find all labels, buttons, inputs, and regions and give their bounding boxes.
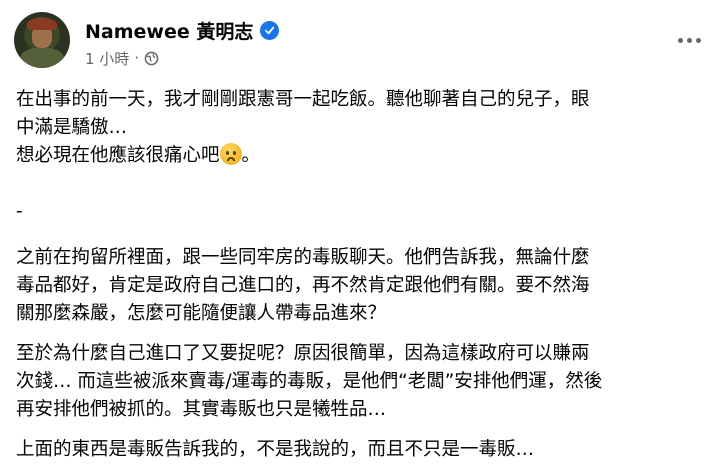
- frowning-face-emoji: [219, 143, 242, 165]
- post-line: 關那麼森嚴，怎麼可能隨便讓人帶毒品進來？: [16, 303, 387, 324]
- post-line: 毒品都好，肯定是政府自己進口的，再不然肯定跟他們有關。要不然海: [16, 275, 590, 296]
- post-line: 在出事的前一天，我才剛剛跟憲哥一起吃飯。聽他聊著自己的兒子，眼: [16, 89, 590, 110]
- post-line-text: 想必現在他應該很痛心吧: [16, 145, 220, 166]
- author-row: Namewee 黃明志: [85, 17, 280, 44]
- post-header: Namewee 黃明志 1 小時 ·: [14, 12, 707, 72]
- post-line: 之前在拘留所裡面，跟一些同牢房的毒販聊天。他們告訴我，無論什麼: [16, 247, 590, 268]
- post-line: -: [16, 201, 23, 222]
- post-line: 再安排他們被抓的。其實毒販也只是犧牲品…: [16, 399, 387, 420]
- post-line: 想必現在他應該很痛心吧。: [16, 142, 710, 170]
- meta-separator: ·: [134, 49, 140, 67]
- post-timestamp[interactable]: 1 小時: [85, 48, 129, 69]
- post-line: 至於為什麼自己進口了又要捉呢？原因很簡單，因為這樣政府可以賺兩: [16, 343, 590, 364]
- post-body: 在出事的前一天，我才剛剛跟憲哥一起吃飯。聽他聊著自己的兒子，眼 中滿是驕傲… 想…: [16, 86, 710, 464]
- more-options-icon[interactable]: [671, 26, 707, 54]
- post-line-text: 。: [241, 145, 261, 166]
- post-line: 次錢… 而這些被派來賣毒/運毒的毒販，是他們“老闆”安排他們運，然後: [16, 371, 603, 392]
- verified-badge-icon: [260, 20, 280, 40]
- post-line: 中滿是驕傲…: [16, 117, 128, 138]
- facebook-post: Namewee 黃明志 1 小時 · 在出事的前一天，我才剛剛跟憲哥一起吃飯。聽…: [0, 0, 721, 467]
- post-line: 上面的東西是毒販告訴我的，不是我說的，而且不只是一毒販…: [16, 439, 535, 460]
- author-avatar[interactable]: [14, 12, 70, 68]
- author-name[interactable]: Namewee 黃明志: [85, 17, 253, 44]
- post-meta: 1 小時 ·: [85, 48, 159, 68]
- globe-icon[interactable]: [144, 51, 159, 66]
